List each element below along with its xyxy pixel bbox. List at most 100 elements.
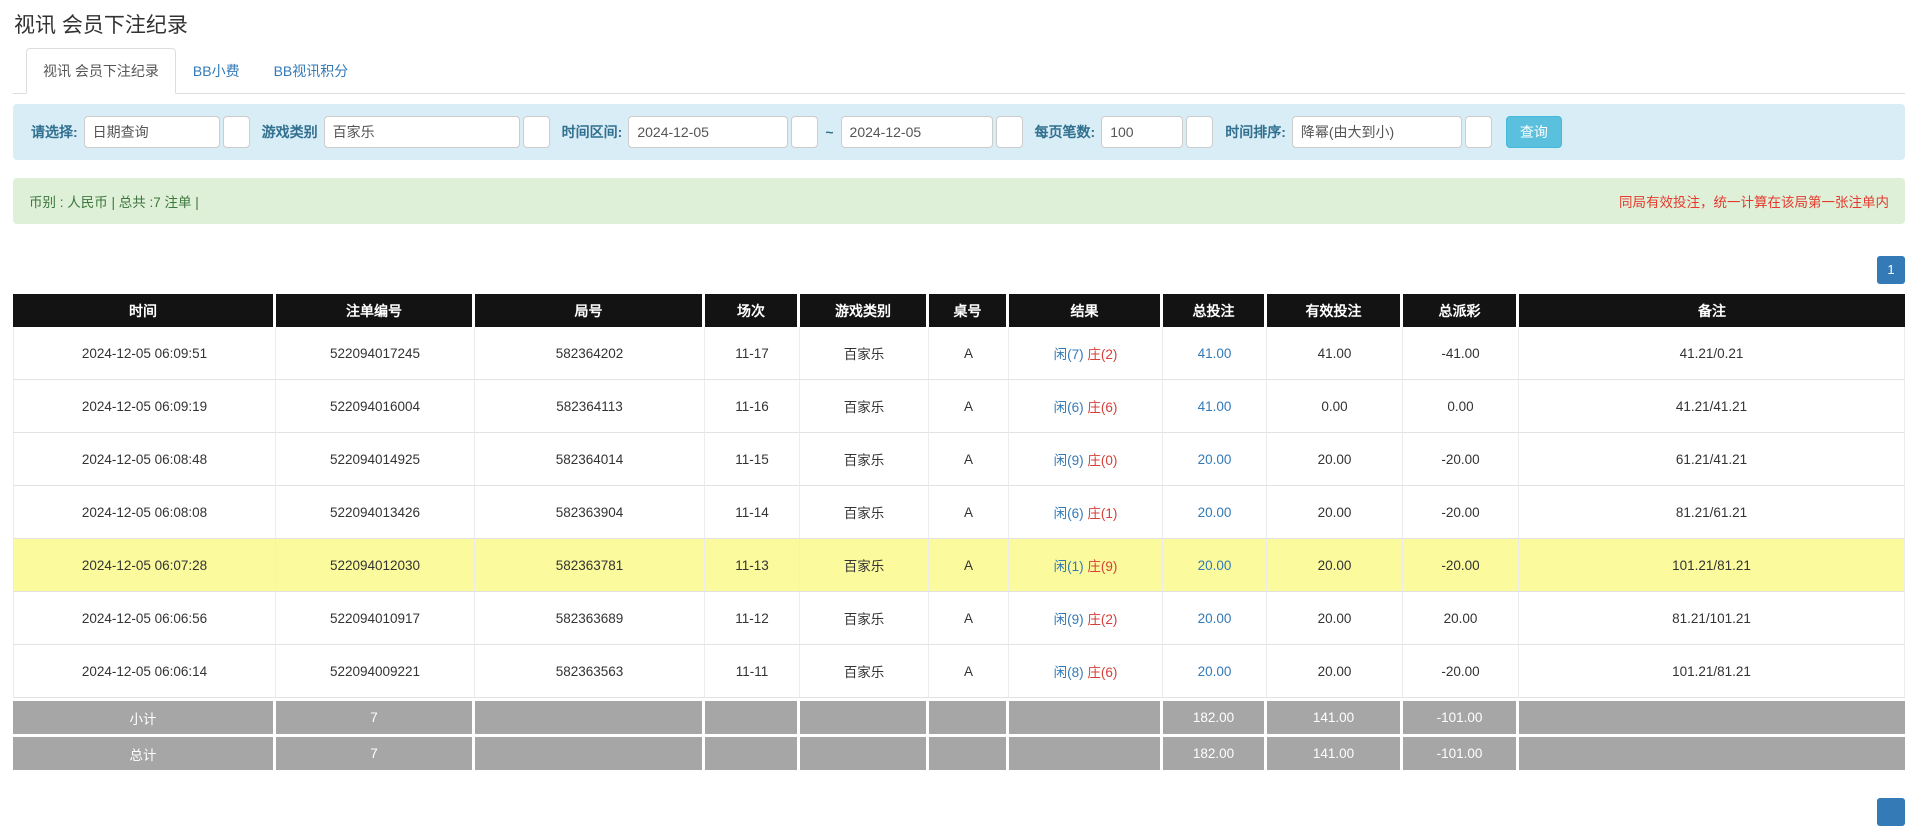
total-bet-link[interactable]: 20.00 [1198,664,1232,679]
totals-empty-cell [929,734,1009,770]
result-player: 闲(9) [1054,612,1084,627]
query-type-dropdown-box[interactable] [223,116,250,148]
date-to-input[interactable] [841,116,993,148]
total-bet-link[interactable]: 20.00 [1198,611,1232,626]
range-separator: ~ [825,124,833,140]
total-bet-link[interactable]: 20.00 [1198,452,1232,467]
totals-count: 7 [276,698,475,734]
game-type-input[interactable] [324,116,520,148]
total-bet-link[interactable]: 20.00 [1198,558,1232,573]
select-type-label: 请选择: [31,122,78,142]
time-range-label: 时间区间: [562,122,623,142]
cell-game-type: 百家乐 [800,486,929,539]
summary-notice-bar: 币别 : 人民币 | 总共 :7 注单 | 同局有效投注，统一计算在该局第一张注… [13,178,1905,224]
table-body: 2024-12-05 06:09:51522094017245582364202… [13,327,1905,698]
totals-empty-cell [800,734,929,770]
per-page-dropdown-box[interactable] [1186,116,1213,148]
sort-order-dropdown-box[interactable] [1465,116,1492,148]
cell-time: 2024-12-05 06:09:51 [13,327,276,380]
cell-session: 11-12 [705,592,800,645]
totals-payout: -101.00 [1403,698,1519,734]
cell-result: 闲(6) 庄(6) [1009,380,1163,433]
cell-table-no: A [929,433,1009,486]
result-player: 闲(7) [1054,347,1084,362]
game-type-label: 游戏类别 [262,122,318,142]
column-header: 总派彩 [1403,294,1519,327]
cell-round-id: 582363781 [475,539,705,592]
column-header: 场次 [705,294,800,327]
totals-empty-cell [1009,698,1163,734]
totals-valid-bet: 141.00 [1267,734,1403,770]
query-type-input[interactable] [84,116,220,148]
cell-time: 2024-12-05 06:06:56 [13,592,276,645]
totals-empty-cell [705,734,800,770]
pagination-top: 1 [13,256,1905,285]
subtotal-row: 小计7182.00141.00-101.00 [13,698,1905,734]
tab-bb-video-points[interactable]: BB视讯积分 [257,48,366,94]
tab-betting-records[interactable]: 视讯 会员下注纪录 [26,48,176,94]
cell-total-bet: 20.00 [1163,433,1267,486]
valid-bet-notice-text: 同局有效投注，统一计算在该局第一张注单内 [1619,191,1889,211]
cell-valid-bet: 41.00 [1267,327,1403,380]
cell-total-bet: 41.00 [1163,327,1267,380]
cell-time: 2024-12-05 06:09:19 [13,380,276,433]
cell-total-payout: -20.00 [1403,539,1519,592]
result-player: 闲(8) [1054,665,1084,680]
totals-total-bet: 182.00 [1163,698,1267,734]
filter-panel: 请选择: 游戏类别 时间区间: ~ 每页笔数: 时间排序: 查询 [13,104,1905,160]
column-header: 结果 [1009,294,1163,327]
cell-total-bet: 20.00 [1163,486,1267,539]
table-row: 2024-12-05 06:06:14522094009221582363563… [13,645,1905,698]
cell-result: 闲(9) 庄(2) [1009,592,1163,645]
cell-bet-id: 522094014925 [276,433,475,486]
game-type-dropdown-box[interactable] [523,116,550,148]
total-bet-link[interactable]: 41.00 [1198,346,1232,361]
cell-note: 41.21/0.21 [1519,327,1905,380]
cell-total-bet: 20.00 [1163,592,1267,645]
table-row: 2024-12-05 06:08:48522094014925582364014… [13,433,1905,486]
result-player: 闲(6) [1054,506,1084,521]
result-banker: 庄(2) [1087,612,1117,627]
cell-round-id: 582363689 [475,592,705,645]
cell-note: 101.21/81.21 [1519,645,1905,698]
page-1-button-bottom[interactable] [1877,798,1905,826]
cell-valid-bet: 20.00 [1267,486,1403,539]
cell-note: 81.21/61.21 [1519,486,1905,539]
sort-order-input[interactable] [1292,116,1462,148]
column-header: 游戏类别 [800,294,929,327]
result-banker: 庄(0) [1087,453,1117,468]
table-row: 2024-12-05 06:06:56522094010917582363689… [13,592,1905,645]
date-to-dropdown-box[interactable] [996,116,1023,148]
cell-session: 11-15 [705,433,800,486]
cell-bet-id: 522094016004 [276,380,475,433]
cell-table-no: A [929,486,1009,539]
totals-empty-cell [1519,698,1905,734]
cell-bet-id: 522094009221 [276,645,475,698]
column-header: 备注 [1519,294,1905,327]
table-row: 2024-12-05 06:09:51522094017245582364202… [13,327,1905,380]
table-row: 2024-12-05 06:08:08522094013426582363904… [13,486,1905,539]
cell-game-type: 百家乐 [800,380,929,433]
cell-time: 2024-12-05 06:06:14 [13,645,276,698]
cell-session: 11-13 [705,539,800,592]
total-bet-link[interactable]: 20.00 [1198,505,1232,520]
search-button[interactable]: 查询 [1506,116,1562,148]
per-page-input[interactable] [1101,116,1183,148]
date-from-dropdown-box[interactable] [791,116,818,148]
date-from-input[interactable] [628,116,788,148]
per-page-label: 每页笔数: [1035,122,1096,142]
cell-total-payout: 20.00 [1403,592,1519,645]
tab-bb-tips[interactable]: BB小费 [176,48,257,94]
cell-result: 闲(9) 庄(0) [1009,433,1163,486]
page-1-button[interactable]: 1 [1877,256,1905,284]
total-bet-link[interactable]: 41.00 [1198,399,1232,414]
cell-session: 11-11 [705,645,800,698]
totals-label: 小计 [13,698,276,734]
cell-bet-id: 522094017245 [276,327,475,380]
cell-table-no: A [929,380,1009,433]
cell-result: 闲(6) 庄(1) [1009,486,1163,539]
result-banker: 庄(6) [1087,665,1117,680]
cell-total-payout: 0.00 [1403,380,1519,433]
totals-empty-cell [929,698,1009,734]
cell-session: 11-16 [705,380,800,433]
